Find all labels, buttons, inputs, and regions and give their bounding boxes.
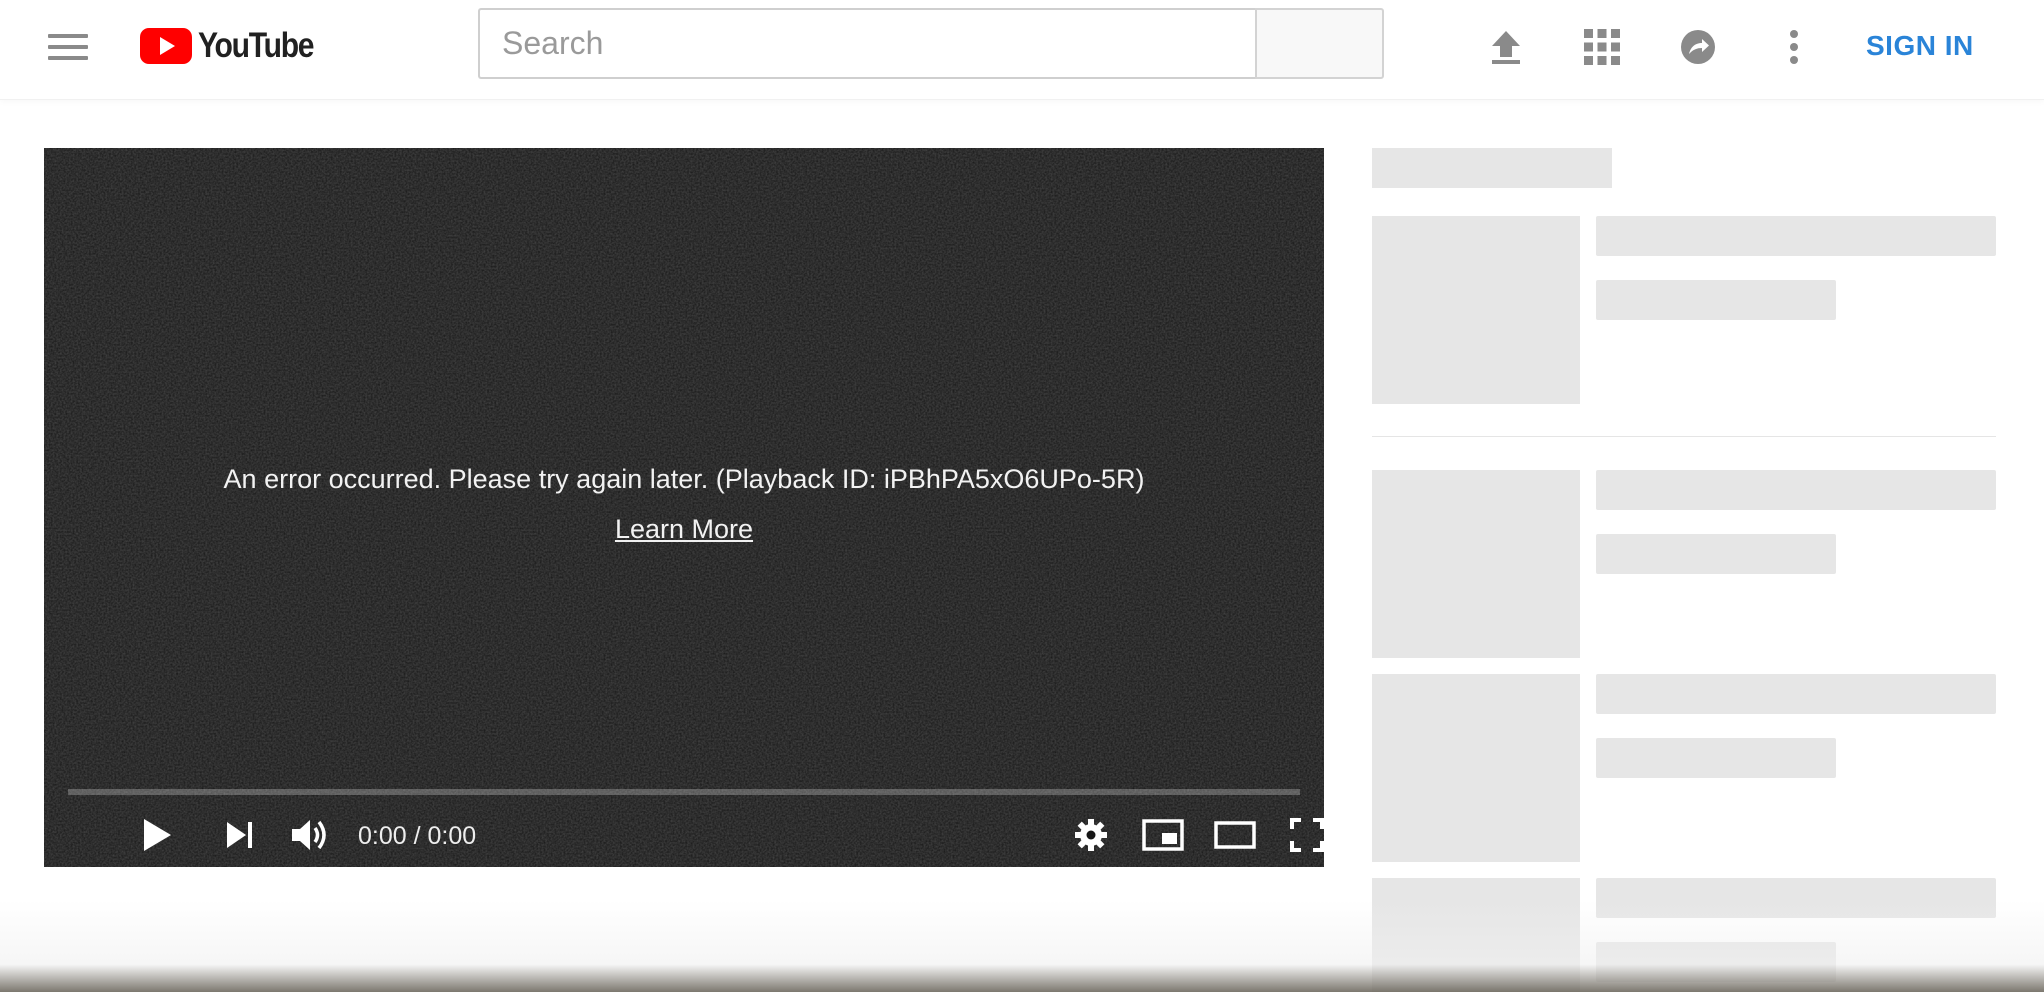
masthead: YouTube Search SIGN IN bbox=[0, 0, 2044, 100]
settings-icon[interactable] bbox=[1066, 810, 1116, 860]
sidebar-divider bbox=[1372, 436, 1996, 437]
title-placeholder bbox=[1596, 216, 1996, 256]
more-vert-icon[interactable] bbox=[1769, 22, 1819, 72]
thumbnail-placeholder bbox=[1372, 878, 1580, 992]
learn-more-link[interactable]: Learn More bbox=[615, 514, 753, 544]
playback-error-message: An error occurred. Please try again late… bbox=[223, 464, 1145, 494]
miniplayer-icon[interactable] bbox=[1138, 810, 1188, 860]
title-placeholder bbox=[1596, 470, 1996, 510]
thumbnail-placeholder bbox=[1372, 674, 1580, 862]
volume-icon[interactable] bbox=[286, 810, 336, 860]
static-noise-background bbox=[44, 148, 1324, 867]
play-icon[interactable] bbox=[132, 810, 182, 860]
title-placeholder bbox=[1596, 878, 1996, 918]
upload-icon[interactable] bbox=[1481, 22, 1531, 72]
youtube-play-logo-icon bbox=[140, 28, 192, 64]
learn-more-container: Learn More bbox=[44, 514, 1324, 545]
youtube-logo[interactable]: YouTube bbox=[140, 26, 332, 66]
subtitle-placeholder bbox=[1596, 534, 1836, 574]
thumbnail-placeholder bbox=[1372, 470, 1580, 658]
share-icon[interactable] bbox=[1673, 22, 1723, 72]
title-placeholder bbox=[1596, 674, 1996, 714]
time-display: 0:00 / 0:00 bbox=[358, 822, 477, 850]
subtitle-placeholder bbox=[1596, 738, 1836, 778]
thumbnail-placeholder bbox=[1372, 216, 1580, 404]
video-player[interactable]: An error occurred. Please try again late… bbox=[44, 148, 1324, 867]
search-input[interactable] bbox=[478, 8, 1256, 79]
next-icon[interactable] bbox=[215, 810, 265, 860]
sidebar-header-placeholder bbox=[1372, 148, 1612, 188]
youtube-wordmark: YouTube bbox=[198, 26, 315, 65]
apps-grid-icon[interactable] bbox=[1577, 22, 1627, 72]
search-button[interactable] bbox=[1255, 8, 1384, 79]
progress-bar[interactable] bbox=[68, 789, 1300, 795]
subtitle-placeholder bbox=[1596, 280, 1836, 320]
menu-icon[interactable] bbox=[48, 30, 88, 64]
subtitle-placeholder bbox=[1596, 942, 1836, 982]
fullscreen-icon[interactable] bbox=[1282, 810, 1324, 860]
sign-in-button[interactable]: SIGN IN bbox=[1866, 26, 1974, 66]
theater-mode-icon[interactable] bbox=[1210, 810, 1260, 860]
